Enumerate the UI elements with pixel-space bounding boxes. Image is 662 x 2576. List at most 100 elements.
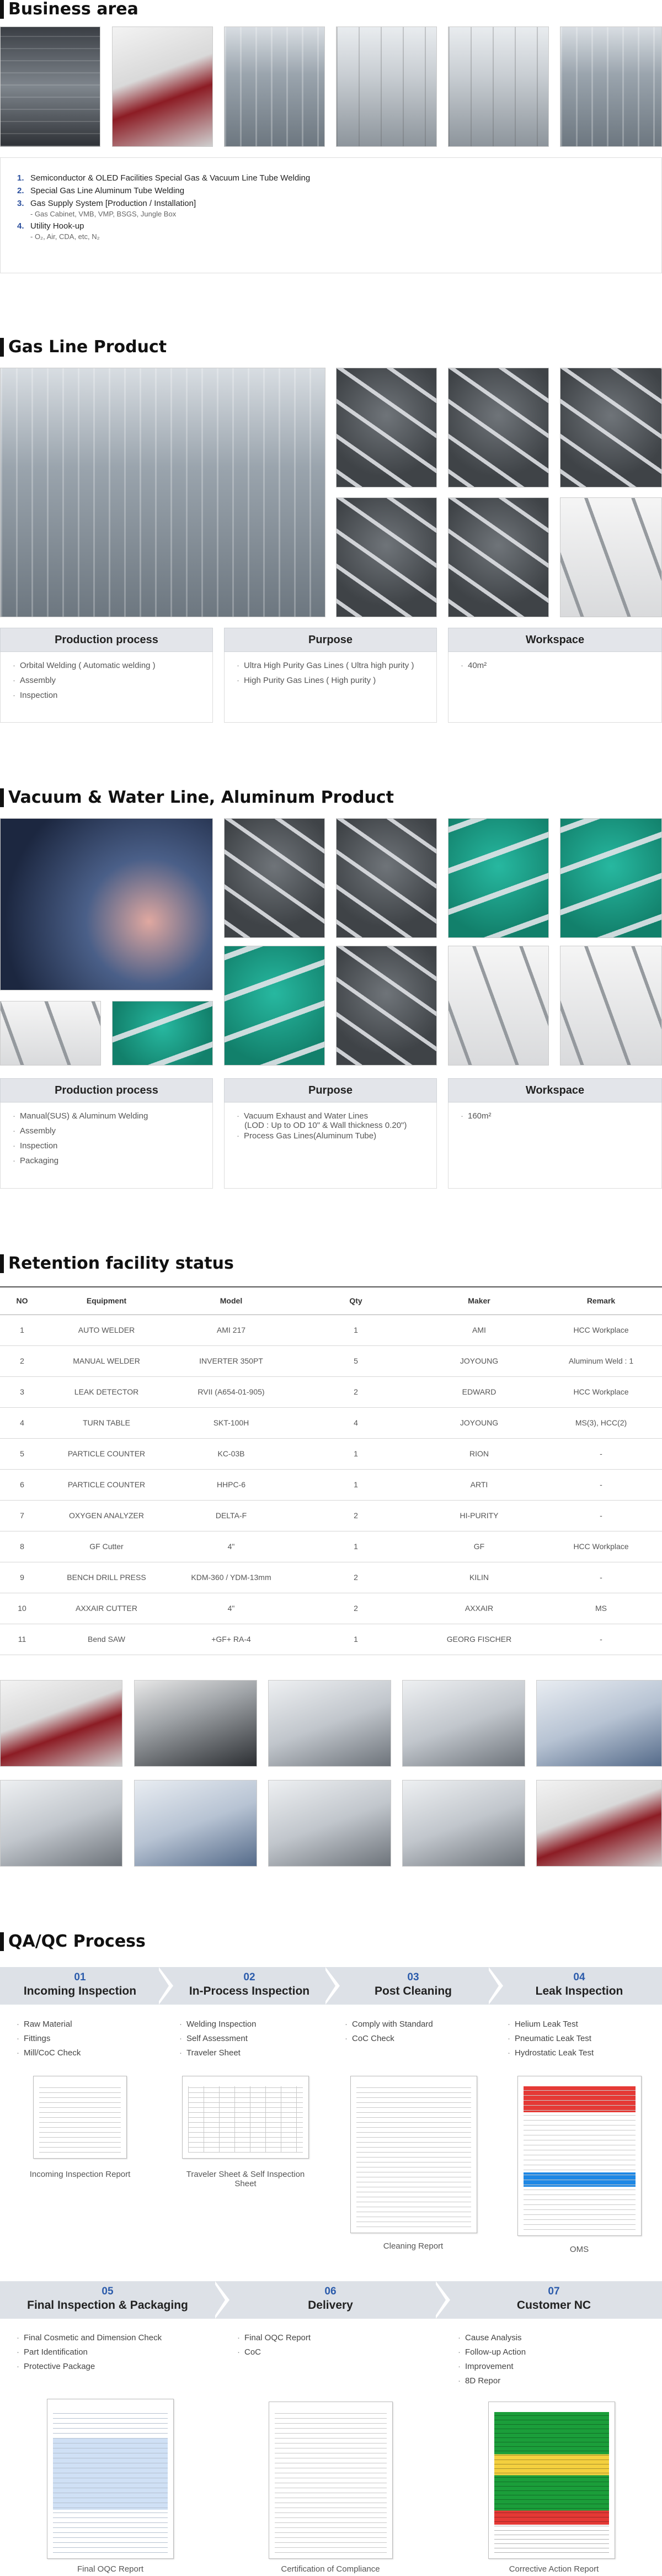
qa-step-04-list: Helium Leak Test Pneumatic Leak Test Hyd…: [508, 2020, 594, 2063]
table-row: 8 GF Cutter 4" 1 GF HCC Workplace: [0, 1531, 662, 1562]
table-cell: 9: [0, 1562, 44, 1593]
qa-step-01-list: Raw Material Fittings Mill/CoC Check: [17, 2020, 81, 2063]
oms-caption: OMS: [569, 2245, 589, 2254]
table-cell: 1: [293, 1624, 418, 1655]
table-cell: +GF+ RA-4: [169, 1624, 293, 1655]
certification-image: [269, 2402, 393, 2559]
list-item: Cause Analysis: [458, 2333, 526, 2342]
gas-purpose-head: Purpose: [224, 628, 437, 652]
gas-line-title: Gas Line Product: [0, 338, 167, 357]
list-item: CoC Check: [345, 2034, 433, 2043]
table-row: 6 PARTICLE COUNTER HHPC-6 1 ARTI -: [0, 1469, 662, 1501]
photo-gas-system: [224, 26, 325, 147]
table-cell: AMI: [418, 1314, 540, 1346]
list-item: Inspection: [13, 691, 200, 700]
list-item: 40m²: [461, 661, 649, 670]
table-cell: HHPC-6: [169, 1469, 293, 1501]
list-item: 1. Semiconductor & OLED Facilities Specia…: [17, 173, 311, 183]
table-cell: AXXAIR CUTTER: [44, 1593, 169, 1624]
photo-aluminum-frame: [560, 946, 662, 1066]
list-item: CoC: [237, 2347, 311, 2357]
table-cell: 2: [0, 1345, 44, 1377]
table-cell: JOYOUNG: [418, 1407, 540, 1439]
table-cell: -: [540, 1624, 662, 1655]
list-item: Self Assessment: [179, 2034, 256, 2043]
qa-step-05: 05 Final Inspection & Packaging: [27, 2286, 188, 2312]
list-item: Mill/CoC Check: [17, 2048, 81, 2058]
table-row: 3 LEAK DETECTOR RVII (A654-01-905) 2 EDWARD H…: [0, 1376, 662, 1408]
vac-production-process-head: Production process: [0, 1078, 213, 1103]
vacuum-title: Vacuum & Water Line, Aluminum Product: [0, 788, 394, 807]
list-item: Comply with Standard: [345, 2020, 433, 2029]
column-header: Remark: [540, 1286, 662, 1315]
photo-gas-tube-6: [560, 497, 662, 617]
qa-step-06-list: Final OQC Report CoC: [237, 2333, 311, 2362]
list-item: Protective Package: [17, 2362, 162, 2371]
list-item: Packaging: [13, 1156, 200, 1165]
qa-step-03-list: Comply with Standard CoC Check: [345, 2020, 433, 2048]
table-cell: GF: [418, 1531, 540, 1562]
table-cell: HI-PURITY: [418, 1500, 540, 1531]
list-item: 160m²: [461, 1111, 649, 1121]
table-row: 5 PARTICLE COUNTER KC-03B 1 RION -: [0, 1438, 662, 1470]
table-cell: HCC Workplace: [540, 1314, 662, 1346]
list-item: Vacuum Exhaust and Water Lines(LOD : Up …: [237, 1111, 424, 1130]
retention-title: Retention facility status: [0, 1254, 234, 1273]
vac-production-process-list: Manual(SUS) & Aluminum Welding Assembly …: [0, 1103, 213, 1189]
table-cell: 3: [0, 1376, 44, 1408]
table-cell: 8: [0, 1531, 44, 1562]
vac-workspace-head: Workspace: [448, 1078, 662, 1103]
list-item: 4. Utility Hook-up: [17, 221, 84, 231]
photo-vacuum-manifold: [224, 946, 325, 1066]
photo-gas-line-workshop: [0, 368, 325, 617]
photo-gas-tube-2: [448, 368, 549, 487]
table-cell: HCC Workplace: [540, 1531, 662, 1562]
photo-vacuum-header: [560, 818, 662, 938]
qa-step-05-list: Final Cosmetic and Dimension Check Part …: [17, 2333, 162, 2376]
list-item-sub: - O₂, Air, CDA, etc, N₂: [30, 232, 100, 241]
table-row: 11 Bend SAW +GF+ RA-4 1 GEORG FISCHER -: [0, 1624, 662, 1655]
list-item: Assembly: [13, 1126, 200, 1136]
photo-manual-welder: [0, 1780, 122, 1867]
gas-purpose-list: Ultra High Purity Gas Lines ( Ultra high…: [224, 652, 437, 723]
table-cell: -: [540, 1469, 662, 1501]
table-row: 10 AXXAIR CUTTER 4" 2 AXXAIR MS: [0, 1593, 662, 1624]
table-cell: KILIN: [418, 1562, 540, 1593]
list-item: Ultra High Purity Gas Lines ( Ultra high…: [237, 661, 424, 670]
table-cell: 5: [0, 1438, 44, 1470]
incoming-inspection-report-image: [33, 2076, 127, 2159]
table-cell: GEORG FISCHER: [418, 1624, 540, 1655]
cleaning-report-image: [350, 2076, 477, 2233]
final-oqc-report-image: [47, 2399, 174, 2559]
table-cell: EDWARD: [418, 1376, 540, 1408]
table-cell: 4": [169, 1531, 293, 1562]
photo-auto-welder: [134, 1680, 257, 1767]
table-cell: HCC Workplace: [540, 1376, 662, 1408]
gas-production-process-list: Orbital Welding ( Automatic welding ) As…: [0, 652, 213, 723]
list-item: Assembly: [13, 676, 200, 685]
photo-vacuum-spool: [336, 818, 437, 938]
column-header: Qty: [293, 1286, 418, 1315]
list-item: High Purity Gas Lines ( High purity ): [237, 676, 424, 685]
gas-workspace-head: Workspace: [448, 628, 662, 652]
list-item: Orbital Welding ( Automatic welding ): [13, 661, 200, 670]
photo-vacuum-tube-b: [112, 1001, 213, 1066]
gas-production-process-head: Production process: [0, 628, 213, 652]
table-cell: 5: [293, 1345, 418, 1377]
table-cell: MS: [540, 1593, 662, 1624]
table-cell: 10: [0, 1593, 44, 1624]
photo-vacuum-bundle: [336, 946, 437, 1066]
table-cell: Aluminum Weld : 1: [540, 1345, 662, 1377]
qa-step-02-list: Welding Inspection Self Assessment Trave…: [179, 2020, 256, 2063]
photo-gas-tube-4: [336, 497, 437, 617]
table-row: 2 MANUAL WELDER INVERTER 350PT 5 JOYOUNG Alum…: [0, 1345, 662, 1377]
table-cell: 1: [0, 1314, 44, 1346]
business-area-list: 1. Semiconductor & OLED Facilities Specia…: [0, 157, 662, 273]
photo-turn-table: [268, 1680, 391, 1767]
qa-step-04: 04 Leak Inspection: [535, 1971, 623, 1997]
list-item-sub: - Gas Cabinet, VMB, VMP, BSGS, Jungle Bo…: [30, 210, 177, 218]
table-cell: INVERTER 350PT: [169, 1345, 293, 1377]
list-item: Helium Leak Test: [508, 2020, 594, 2029]
photo-cleanroom: [336, 26, 437, 147]
column-header: Maker: [418, 1286, 540, 1315]
